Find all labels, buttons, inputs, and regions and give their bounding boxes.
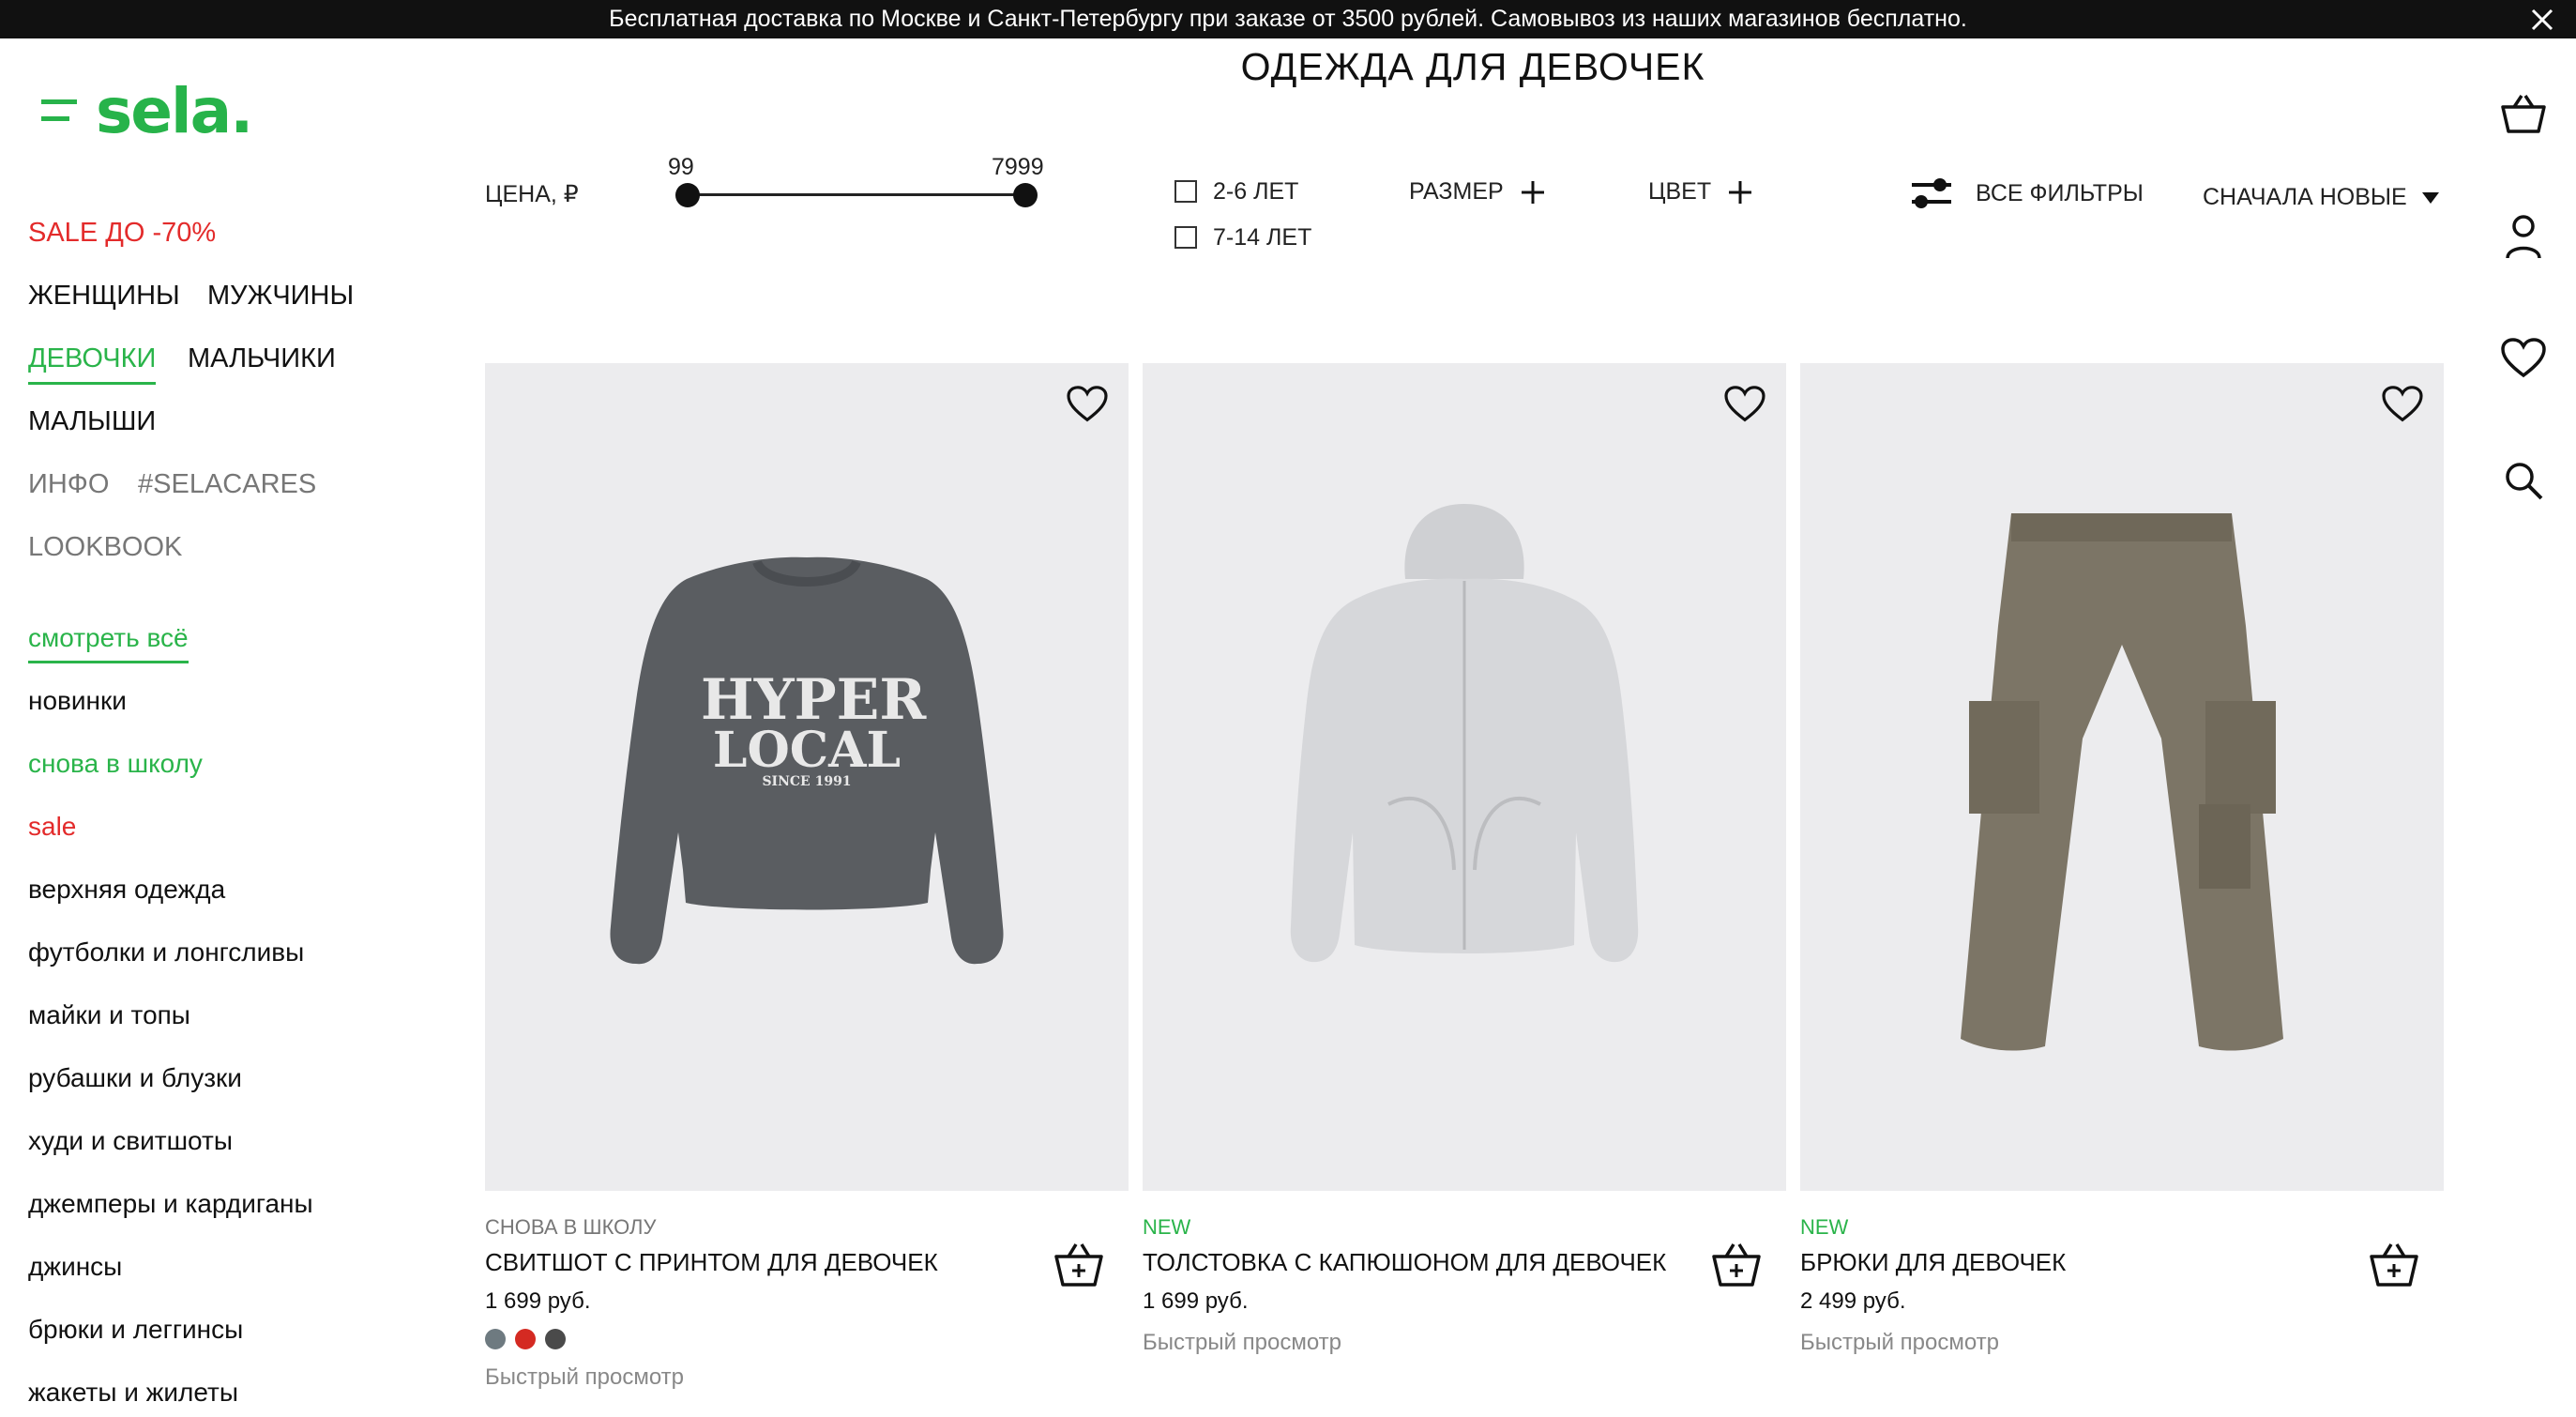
size-filter-button[interactable]: РАЗМЕР	[1409, 178, 1545, 206]
nav-lookbook[interactable]: LOOKBOOK	[28, 532, 182, 563]
color-swatch-dark[interactable]	[545, 1329, 566, 1349]
category-tshirts[interactable]: футболки и лонгсливы	[28, 937, 304, 968]
price-filter-label: ЦЕНА, ₽	[485, 181, 579, 207]
product-name[interactable]: СВИТШОТ С ПРИНТОМ ДЛЯ ДЕВОЧЕК	[485, 1248, 938, 1277]
page-title: ОДЕЖДА ДЛЯ ДЕВОЧЕК	[1240, 45, 1705, 88]
category-jumpers[interactable]: джемперы и кардиганы	[28, 1189, 313, 1219]
heart-icon	[2382, 386, 2423, 422]
search-icon	[2506, 463, 2543, 500]
color-filter-label: ЦВЕТ	[1648, 178, 1712, 205]
category-new[interactable]: новинки	[28, 686, 127, 716]
category-jeans[interactable]: джинсы	[28, 1252, 122, 1282]
nav-sale[interactable]: SALE ДО -70%	[28, 218, 216, 249]
category-sale[interactable]: sale	[28, 812, 76, 842]
product-price: 1 699 руб.	[485, 1288, 591, 1314]
color-filter-button[interactable]: ЦВЕТ	[1648, 178, 1752, 206]
category-view-all[interactable]: смотреть всё	[28, 623, 189, 663]
add-to-favorites-button[interactable]	[1719, 378, 1771, 431]
color-swatch-red[interactable]	[515, 1329, 536, 1349]
category-jackets[interactable]: жакеты и жилеты	[28, 1378, 238, 1408]
trousers-illustration	[1961, 513, 2283, 1051]
nav-women[interactable]: ЖЕНЩИНЫ	[28, 281, 180, 312]
nav-boys[interactable]: МАЛЬЧИКИ	[188, 343, 336, 374]
size-filter-label: РАЗМЕР	[1409, 178, 1504, 205]
product-name[interactable]: БРЮКИ ДЛЯ ДЕВОЧЕК	[1800, 1248, 2066, 1277]
product-image-sweatshirt[interactable]: HYPER LOCAL SINCE 1991	[485, 363, 1129, 1191]
product-price: 2 499 руб.	[1800, 1288, 1906, 1314]
product-tag: СНОВА В ШКОЛУ	[485, 1215, 657, 1239]
plus-icon	[1521, 180, 1544, 204]
add-to-cart-icon	[1054, 1243, 1103, 1287]
sort-label: СНАЧАЛА НОВЫЕ	[2203, 184, 2407, 210]
nav-men[interactable]: МУЖЧИНЫ	[207, 281, 354, 312]
heart-icon	[1067, 386, 1108, 422]
category-back-to-school[interactable]: снова в школу	[28, 749, 203, 779]
color-swatch-gray[interactable]	[485, 1329, 506, 1349]
add-to-favorites-button[interactable]	[1061, 378, 1114, 431]
basket-icon	[2501, 95, 2546, 133]
product-image-trousers[interactable]	[1800, 363, 2444, 1191]
category-tanks[interactable]: майки и топы	[28, 1000, 190, 1030]
add-to-cart-button[interactable]	[1049, 1235, 1109, 1295]
plus-icon	[1729, 180, 1752, 204]
close-banner-button[interactable]	[2523, 0, 2561, 38]
category-trousers[interactable]: брюки и леггинсы	[28, 1315, 243, 1345]
category-shirts[interactable]: рубашки и блузки	[28, 1063, 242, 1093]
all-filters-button[interactable]: ВСЕ ФИЛЬТРЫ	[1910, 175, 2144, 212]
price-slider-track[interactable]	[687, 193, 1024, 196]
product-name[interactable]: ТОЛСТОВКА С КАПЮШОНОМ ДЛЯ ДЕВОЧЕК	[1143, 1248, 1666, 1277]
account-button[interactable]	[2497, 210, 2550, 263]
price-min-value: 99	[668, 154, 694, 180]
promo-banner-text: Бесплатная доставка по Москве и Санкт-Пе…	[609, 6, 1967, 32]
add-to-cart-button[interactable]	[2364, 1235, 2424, 1295]
hoodie-illustration	[1290, 504, 1639, 963]
price-max-value: 7999	[992, 154, 1044, 180]
quick-view-link[interactable]: Быстрый просмотр	[485, 1364, 684, 1391]
age-7-14-label[interactable]: 7-14 ЛЕТ	[1213, 224, 1311, 251]
add-to-cart-icon	[2370, 1243, 2418, 1287]
caret-down-icon	[2421, 191, 2439, 204]
age-7-14-checkbox[interactable]	[1174, 226, 1197, 249]
print-line-1: HYPER	[701, 667, 927, 733]
search-button[interactable]	[2497, 454, 2550, 507]
age-2-6-checkbox[interactable]	[1174, 180, 1197, 203]
nav-selacares[interactable]: #SELACARES	[138, 469, 316, 500]
heart-icon	[1724, 386, 1765, 422]
sweatshirt-print: HYPER LOCAL SINCE 1991	[701, 667, 927, 789]
logo[interactable]: sela.	[96, 81, 253, 143]
promo-banner: Бесплатная доставка по Москве и Санкт-Пе…	[0, 0, 2576, 38]
nav-info[interactable]: ИНФО	[28, 469, 109, 500]
add-to-favorites-button[interactable]	[2376, 378, 2429, 431]
heart-icon	[2501, 338, 2546, 378]
close-icon	[2531, 8, 2553, 30]
quick-view-link[interactable]: Быстрый просмотр	[1800, 1330, 1999, 1356]
price-slider-max-handle[interactable]	[1013, 183, 1038, 207]
quick-view-link[interactable]: Быстрый просмотр	[1143, 1330, 1341, 1356]
age-2-6-label[interactable]: 2-6 ЛЕТ	[1213, 178, 1298, 206]
nav-babies[interactable]: МАЛЫШИ	[28, 406, 156, 437]
product-tag: NEW	[1143, 1215, 1191, 1239]
price-slider-min-handle[interactable]	[675, 183, 700, 207]
user-icon	[2506, 215, 2541, 259]
category-outerwear[interactable]: верхняя одежда	[28, 875, 225, 905]
menu-icon[interactable]	[41, 96, 77, 128]
nav-girls[interactable]: ДЕВОЧКИ	[28, 343, 157, 385]
print-line-2: LOCAL	[712, 722, 902, 779]
all-filters-label: ВСЕ ФИЛЬТРЫ	[1976, 179, 2144, 206]
sort-dropdown[interactable]: СНАЧАЛА НОВЫЕ	[2203, 184, 2439, 211]
product-price: 1 699 руб.	[1143, 1288, 1249, 1314]
favorites-button[interactable]	[2497, 332, 2550, 385]
product-image-hoodie[interactable]	[1143, 363, 1786, 1191]
filters-sliders-icon	[1912, 178, 1951, 208]
add-to-cart-icon	[1712, 1243, 1761, 1287]
product-tag: NEW	[1800, 1215, 1849, 1239]
header-logo-area: sela.	[41, 81, 253, 143]
cart-button[interactable]	[2497, 88, 2550, 141]
add-to-cart-button[interactable]	[1706, 1235, 1766, 1295]
category-hoodies[interactable]: худи и свитшоты	[28, 1126, 233, 1156]
